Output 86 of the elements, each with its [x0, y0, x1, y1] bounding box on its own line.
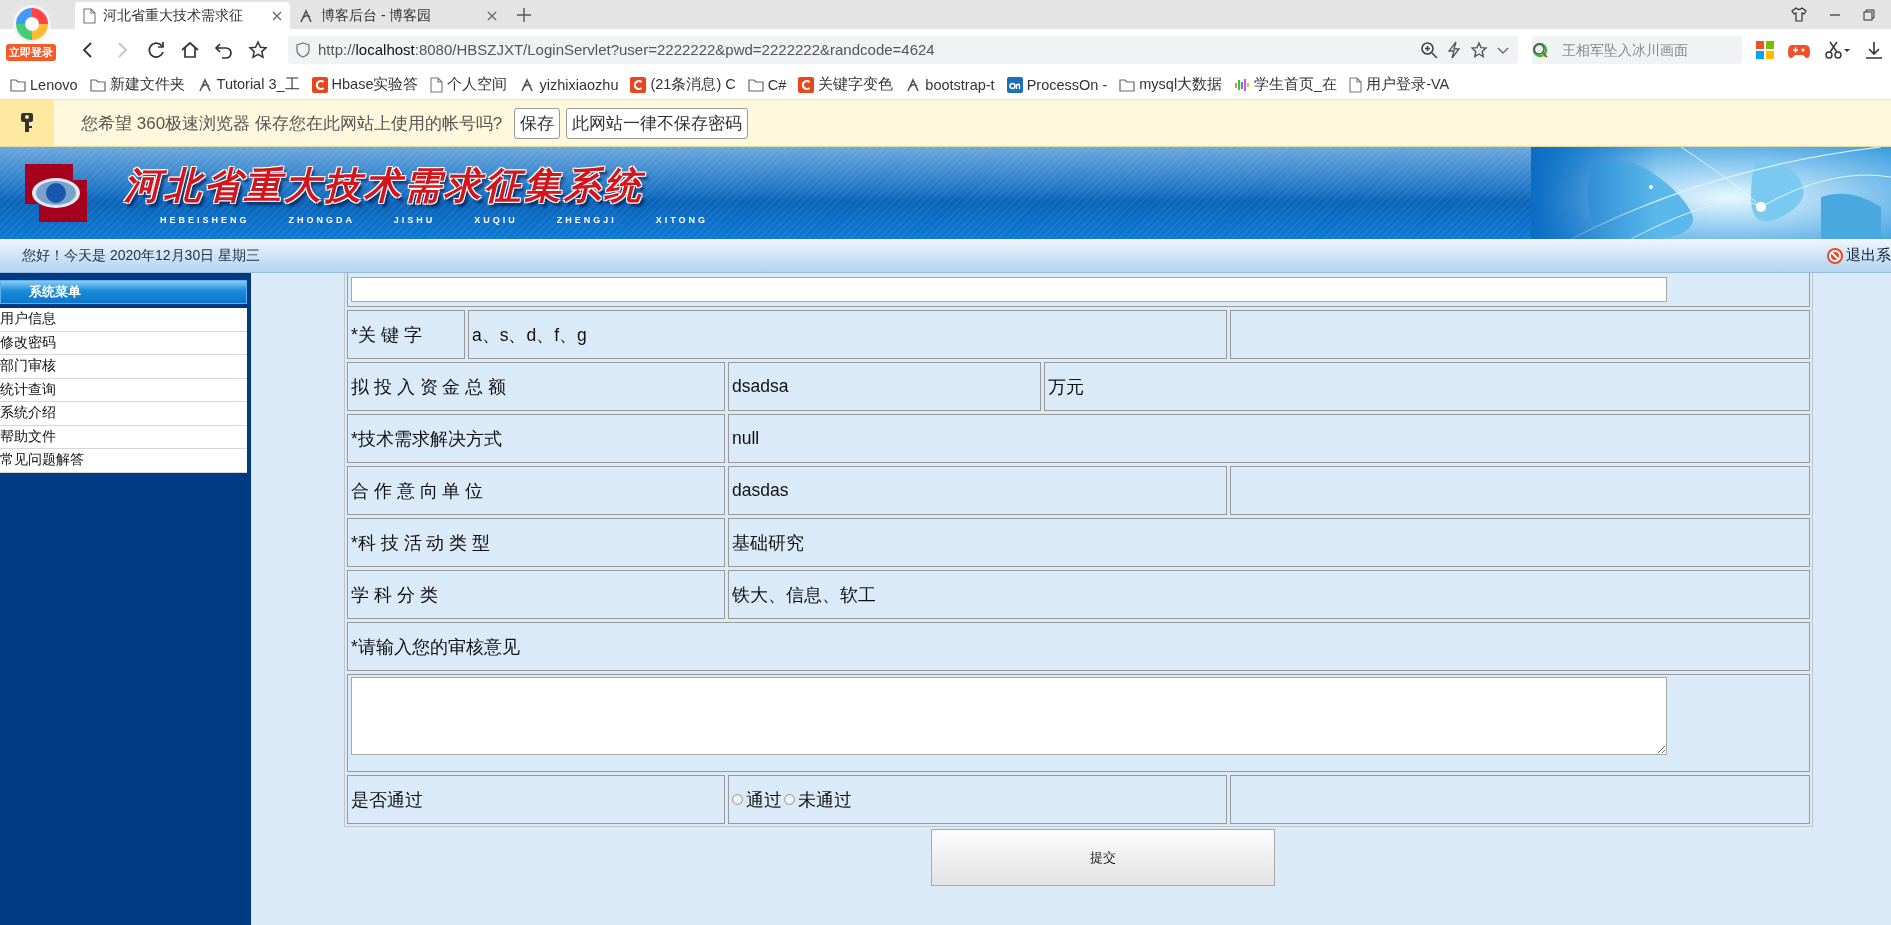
submit-button[interactable]: 提交: [931, 829, 1275, 886]
csdn-icon: [630, 76, 647, 93]
document-icon: [83, 7, 96, 24]
bookmark-link[interactable]: Tutorial 3_工: [196, 75, 300, 94]
menu-item[interactable]: 系统介绍: [0, 402, 247, 426]
menu-item[interactable]: 用户信息: [0, 308, 247, 332]
password-prompt: 您希望 360极速浏览器 保存您在此网站上使用的帐号吗?: [81, 112, 503, 135]
field-label: 拟 投 入 资 金 总 额: [347, 362, 725, 411]
menu-item[interactable]: 统计查询: [0, 378, 247, 402]
bookmark-link[interactable]: ProcessOn -: [1006, 76, 1108, 93]
search-field[interactable]: 王相军坠入冰川画面: [1532, 35, 1742, 64]
folder-icon: [1119, 77, 1136, 92]
prompt-button[interactable]: 保存: [514, 107, 561, 139]
menu-header: 系统菜单: [0, 280, 247, 304]
close-icon[interactable]: [487, 10, 497, 21]
key-icon: [20, 112, 34, 134]
folder-icon: [747, 77, 764, 92]
unit-label: 万元: [1044, 362, 1810, 411]
field-label: 是否通过: [347, 775, 725, 824]
comment-field[interactable]: [351, 677, 1667, 755]
field-label: 合 作 意 向 单 位: [347, 466, 725, 515]
menu-item[interactable]: 常见问题解答: [0, 449, 247, 473]
field-value: null: [728, 414, 1810, 463]
option-label[interactable]: 未通过: [798, 787, 852, 812]
radio-button[interactable]: [784, 794, 795, 805]
bookmark-link[interactable]: (21条消息) C: [630, 75, 736, 94]
field-value: dasdas: [728, 466, 1227, 515]
signal-icon: [1234, 76, 1251, 93]
reload-icon[interactable]: [146, 39, 166, 60]
bookmark-link[interactable]: yizhixiaozhu: [519, 76, 619, 93]
bookmark-link[interactable]: mysql大数据: [1119, 75, 1223, 94]
csdn-icon: [798, 76, 815, 93]
address-field[interactable]: http://localhost:8080/HBSZJXT/LoginServlet?user=2222222&pwd=2222222&randcode=4624: [288, 35, 1518, 64]
lightning-icon[interactable]: [1446, 40, 1462, 59]
csdn-icon: [311, 76, 328, 93]
bookmark-link[interactable]: Hbase实验答: [311, 75, 419, 94]
eye-logo-icon: [25, 164, 87, 222]
star-icon[interactable]: [248, 39, 268, 60]
field-value: dsadsa: [728, 362, 1041, 411]
radio-button[interactable]: [732, 794, 743, 805]
shield-icon: [296, 41, 310, 58]
zoom-icon[interactable]: [1420, 40, 1438, 59]
folder-icon: [10, 77, 26, 92]
field-value: 铁大、信息、软工: [728, 570, 1810, 619]
shirt-icon[interactable]: [1791, 7, 1807, 22]
close-icon[interactable]: [272, 10, 282, 21]
prompt-button[interactable]: 此网站一律不保存密码: [566, 107, 749, 139]
scissors-icon[interactable]: [1824, 39, 1850, 60]
bookmark-link[interactable]: C#: [747, 76, 787, 93]
download-icon[interactable]: [1864, 39, 1884, 60]
folder-icon: [89, 77, 106, 92]
add-tab-icon[interactable]: [517, 8, 531, 22]
site-subtitle: HEBEISHENG ZHONGDA JISHU XUQIU ZHENGJI XITONG: [160, 215, 709, 225]
menu-item[interactable]: 帮助文件: [0, 425, 247, 449]
browser-tab[interactable]: 博客后台 - 博客园: [290, 2, 505, 29]
bookmark-link[interactable]: 用户登录-VA: [1349, 75, 1450, 94]
comment-field[interactable]: [351, 277, 1667, 302]
field-label: *关 键 字: [347, 310, 465, 359]
browser-tab[interactable]: 河北省重大技术需求征: [75, 2, 290, 29]
field-label: *科 技 活 动 类 型: [347, 518, 725, 567]
restore-icon[interactable]: [1863, 8, 1875, 21]
bookmark-link[interactable]: 学生首页_在: [1234, 75, 1338, 94]
bookmark-link[interactable]: Lenovo: [10, 76, 78, 93]
document-icon: [430, 76, 444, 93]
field-value: 基础研究: [728, 518, 1810, 567]
prohibited-icon: [1826, 246, 1844, 265]
bookmark-link[interactable]: 个人空间: [430, 75, 508, 94]
star-icon[interactable]: [1470, 40, 1488, 59]
option-label[interactable]: 通过: [746, 787, 782, 812]
menu-item[interactable]: 部门审核: [0, 355, 247, 379]
home-icon[interactable]: [180, 39, 200, 60]
bookmark-link[interactable]: bootstrap-t: [905, 76, 995, 93]
menu-item[interactable]: 修改密码: [0, 331, 247, 355]
bookmark-link[interactable]: 关键字变色: [798, 75, 894, 94]
field-label: *技术需求解决方式: [347, 414, 725, 463]
logout-link[interactable]: 退出系: [1826, 246, 1891, 265]
apps-icon[interactable]: [1756, 40, 1774, 59]
processon-icon: [1006, 76, 1023, 93]
field-label: 学 科 分 类: [347, 570, 725, 619]
search-icon[interactable]: [1532, 41, 1548, 58]
date-greeting: 您好！今天是 2020年12月30日 星期三: [22, 246, 261, 265]
field-label: *请输入您的审核意见: [347, 622, 1810, 671]
bookmark-link[interactable]: 新建文件夹: [89, 75, 185, 94]
field-value: a、s、d、f、g: [468, 310, 1227, 359]
site-title: 河北省重大技术需求征集系统: [124, 164, 644, 208]
document-icon: [1349, 76, 1363, 93]
